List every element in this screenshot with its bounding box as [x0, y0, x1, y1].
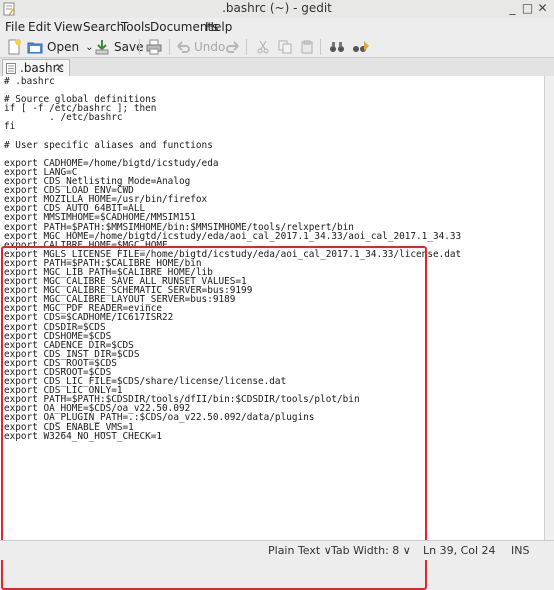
insert-mode: INS — [511, 544, 530, 557]
menu-file[interactable]: File — [5, 20, 25, 34]
save-download-icon — [95, 40, 109, 55]
menu-edit[interactable]: Edit — [28, 20, 51, 34]
tab-strip: .bashrc ✕ — [0, 57, 554, 77]
folder-open-icon — [27, 42, 43, 54]
undo-label: Undo — [194, 40, 226, 54]
vertical-scrollbar[interactable] — [545, 76, 554, 540]
print-button[interactable] — [146, 37, 162, 57]
binoculars-icon — [330, 42, 344, 52]
text-document-icon — [6, 63, 16, 74]
language-selector[interactable]: Plain Text ∨ — [268, 544, 332, 557]
menu-tools[interactable]: Tools — [121, 20, 151, 34]
copy-icon — [278, 40, 292, 54]
chevron-down-icon[interactable]: ⌄ — [85, 42, 93, 53]
undo-icon — [177, 41, 190, 53]
status-bar: Plain Text ∨ Tab Width: 8 ∨ Ln 39, Col 2… — [0, 540, 554, 560]
paste-clipboard-icon — [301, 40, 313, 54]
cursor-position: Ln 39, Col 24 — [423, 544, 496, 557]
new-document-button[interactable] — [6, 37, 22, 57]
window-title: .bashrc (~) - gedit — [222, 1, 332, 15]
code-line[interactable]: fi — [4, 122, 461, 131]
new-document-icon — [8, 39, 21, 55]
menu-bar: File Edit View Search Tools Documents He… — [0, 18, 554, 37]
menu-help[interactable]: Help — [205, 20, 232, 34]
toolbar-separator — [169, 39, 170, 55]
open-button[interactable]: Open ⌄ — [27, 37, 93, 57]
title-bar: .bashrc (~) - gedit _ □ ✕ — [0, 0, 554, 19]
menu-view[interactable]: View — [54, 20, 82, 34]
redo-button[interactable] — [226, 37, 240, 57]
save-button[interactable]: Save — [94, 37, 143, 57]
copy-button[interactable] — [278, 37, 292, 57]
undo-button[interactable]: Undo — [176, 37, 225, 57]
paste-button[interactable] — [300, 37, 314, 57]
text-editor[interactable]: # .bashrc # Source global definitions if [… — [0, 76, 545, 590]
code-line[interactable]: # .bashrc — [4, 77, 461, 86]
scissors-icon — [257, 40, 269, 54]
find-replace-button[interactable] — [352, 37, 370, 57]
find-button[interactable] — [329, 37, 345, 57]
maximize-button[interactable]: □ — [520, 1, 535, 15]
minimize-button[interactable]: _ — [505, 1, 520, 15]
highlight-annotation-box — [1, 246, 427, 590]
tab-bashrc[interactable]: .bashrc ✕ — [2, 59, 70, 77]
open-label: Open — [47, 40, 80, 54]
toolbar-separator — [139, 39, 140, 55]
toolbar-separator — [246, 39, 247, 55]
code-line[interactable]: . /etc/bashrc — [4, 113, 461, 122]
tab-width-selector[interactable]: Tab Width: 8 ∨ — [331, 544, 411, 557]
toolbar-separator — [320, 39, 321, 55]
cut-button[interactable] — [256, 37, 270, 57]
menu-search[interactable]: Search — [83, 20, 124, 34]
code-line[interactable]: # User specific aliases and functions — [4, 140, 461, 149]
find-replace-icon — [353, 41, 369, 52]
printer-icon — [146, 39, 162, 55]
close-window-button[interactable]: ✕ — [535, 1, 550, 15]
toolbar: Open ⌄ Save Undo — [0, 37, 554, 57]
tab-close-icon[interactable]: ✕ — [55, 61, 64, 74]
redo-icon — [226, 41, 239, 53]
